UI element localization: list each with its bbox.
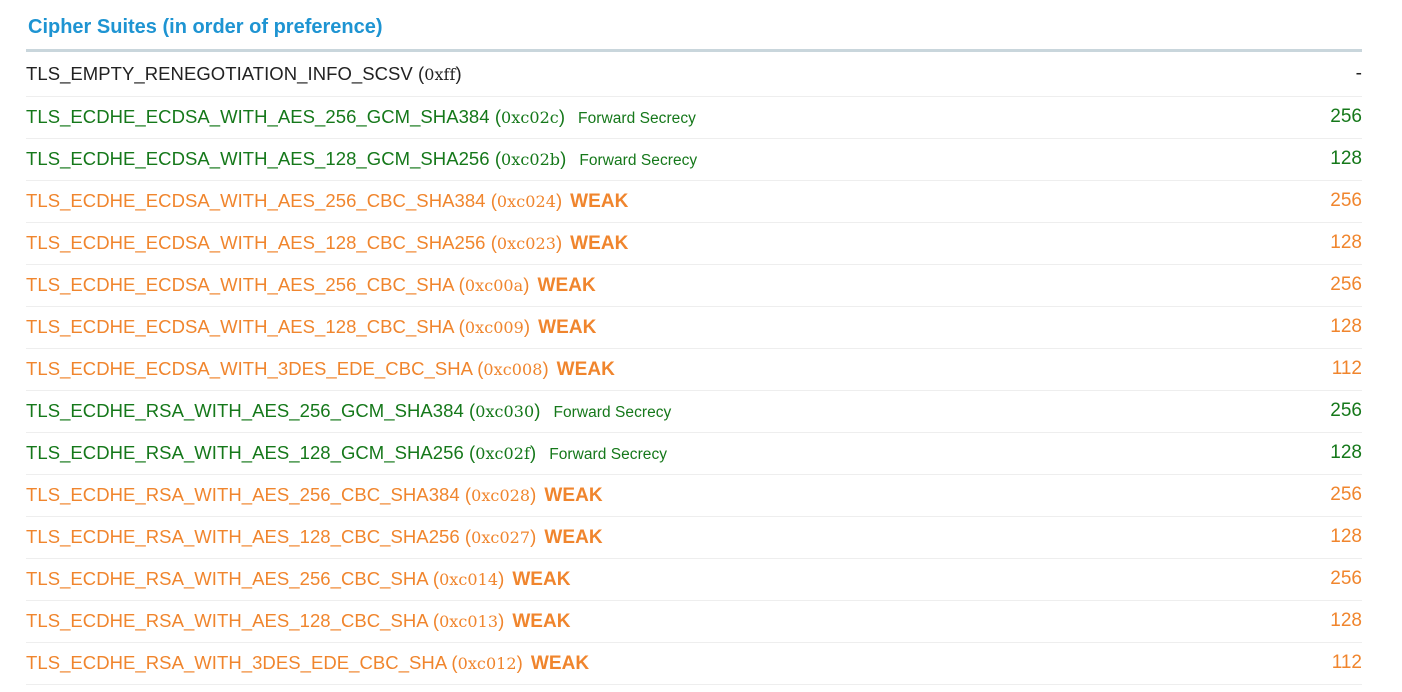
cipher-suite-code: 0xc027 xyxy=(471,527,531,547)
section-title: Cipher Suites (in order of preference) xyxy=(26,0,1362,52)
cipher-suite-code: 0xc023 xyxy=(496,233,556,253)
cipher-suite-cell: TLS_ECDHE_RSA_WITH_AES_256_CBC_SHA (0xc0… xyxy=(26,567,571,590)
weak-badge: WEAK xyxy=(537,274,596,296)
key-strength-bits: - xyxy=(1355,62,1362,84)
cipher-suite-cell: TLS_ECDHE_ECDSA_WITH_3DES_EDE_CBC_SHA (0… xyxy=(26,357,615,380)
cipher-suite-cell: TLS_ECDHE_RSA_WITH_AES_128_CBC_SHA256 (0… xyxy=(26,525,603,548)
cipher-suite-row: TLS_ECDHE_ECDSA_WITH_AES_128_CBC_SHA256 … xyxy=(26,222,1362,264)
key-strength-bits: 128 xyxy=(1330,316,1362,337)
weak-badge: WEAK xyxy=(570,190,629,212)
cipher-suite-row: TLS_ECDHE_ECDSA_WITH_AES_128_GCM_SHA256 … xyxy=(26,138,1362,180)
cipher-suite-row: TLS_ECDHE_RSA_WITH_AES_128_CBC_SHA256 (0… xyxy=(26,516,1362,558)
key-strength-bits: 128 xyxy=(1330,148,1362,169)
cipher-suite-row: TLS_EMPTY_RENEGOTIATION_INFO_SCSV (0xff)… xyxy=(26,52,1362,96)
cipher-suite-name: TLS_ECDHE_RSA_WITH_AES_256_CBC_SHA xyxy=(26,567,428,589)
cipher-suite-row: TLS_ECDHE_ECDSA_WITH_AES_256_CBC_SHA (0x… xyxy=(26,264,1362,306)
cipher-suites-section: Cipher Suites (in order of preference) T… xyxy=(26,0,1362,685)
key-strength-bits: 128 xyxy=(1330,442,1362,463)
key-strength-bits: 256 xyxy=(1330,484,1362,505)
cipher-suite-cell: TLS_ECDHE_ECDSA_WITH_AES_128_GCM_SHA256 … xyxy=(26,148,698,169)
cipher-suite-row: TLS_ECDHE_RSA_WITH_AES_256_CBC_SHA (0xc0… xyxy=(26,558,1362,600)
key-strength-bits: 256 xyxy=(1330,568,1362,589)
cipher-suite-cell: TLS_ECDHE_ECDSA_WITH_AES_128_CBC_SHA (0x… xyxy=(26,315,597,338)
weak-badge: WEAK xyxy=(530,652,590,674)
weak-badge: WEAK xyxy=(570,232,629,254)
cipher-suite-name: TLS_ECDHE_ECDSA_WITH_AES_128_CBC_SHA xyxy=(26,315,454,337)
cipher-suites-table: TLS_EMPTY_RENEGOTIATION_INFO_SCSV (0xff)… xyxy=(26,52,1362,685)
cipher-suite-cell: TLS_ECDHE_RSA_WITH_AES_256_GCM_SHA384 (0… xyxy=(26,400,672,421)
cipher-suite-name: TLS_ECDHE_RSA_WITH_AES_128_GCM_SHA256 xyxy=(26,442,464,463)
cipher-suite-code: 0xc012 xyxy=(457,653,517,673)
key-strength-bits: 128 xyxy=(1330,610,1362,631)
cipher-suite-name: TLS_ECDHE_ECDSA_WITH_AES_256_CBC_SHA384 xyxy=(26,189,486,211)
cipher-suite-name: TLS_ECDHE_RSA_WITH_AES_128_CBC_SHA xyxy=(26,609,428,631)
cipher-suite-name: TLS_EMPTY_RENEGOTIATION_INFO_SCSV xyxy=(26,62,413,84)
cipher-suite-row: TLS_ECDHE_RSA_WITH_AES_128_CBC_SHA (0xc0… xyxy=(26,600,1362,642)
cipher-suite-row: TLS_ECDHE_ECDSA_WITH_AES_256_GCM_SHA384 … xyxy=(26,96,1362,138)
cipher-suite-code: 0xc02b xyxy=(501,150,561,169)
weak-badge: WEAK xyxy=(538,316,597,338)
forward-secrecy-badge: Forward Secrecy xyxy=(579,152,698,169)
cipher-suites-table-body: TLS_EMPTY_RENEGOTIATION_INFO_SCSV (0xff)… xyxy=(26,52,1362,684)
cipher-suite-cell: TLS_ECDHE_ECDSA_WITH_AES_128_CBC_SHA256 … xyxy=(26,231,629,254)
forward-secrecy-badge: Forward Secrecy xyxy=(553,404,672,421)
cipher-suite-code: 0xc02c xyxy=(501,108,559,127)
cipher-suite-name: TLS_ECDHE_ECDSA_WITH_AES_256_CBC_SHA xyxy=(26,273,454,295)
cipher-suite-cell: TLS_EMPTY_RENEGOTIATION_INFO_SCSV (0xff) xyxy=(26,62,462,84)
cipher-suite-name: TLS_ECDHE_RSA_WITH_AES_256_GCM_SHA384 xyxy=(26,400,464,421)
cipher-suite-cell: TLS_ECDHE_ECDSA_WITH_AES_256_CBC_SHA384 … xyxy=(26,189,629,212)
cipher-suite-row: TLS_ECDHE_RSA_WITH_AES_128_GCM_SHA256 (0… xyxy=(26,432,1362,474)
key-strength-bits: 256 xyxy=(1330,190,1362,211)
key-strength-bits: 256 xyxy=(1330,274,1362,295)
cipher-suite-code: 0xff xyxy=(424,64,456,84)
weak-badge: WEAK xyxy=(556,358,615,380)
cipher-suite-code: 0xc009 xyxy=(464,317,524,337)
cipher-suite-name: TLS_ECDHE_ECDSA_WITH_3DES_EDE_CBC_SHA xyxy=(26,357,473,379)
key-strength-bits: 112 xyxy=(1331,652,1362,673)
cipher-suite-name: TLS_ECDHE_ECDSA_WITH_AES_256_GCM_SHA384 xyxy=(26,106,490,127)
cipher-suite-code: 0xc013 xyxy=(439,611,499,631)
cipher-suite-row: TLS_ECDHE_ECDSA_WITH_3DES_EDE_CBC_SHA (0… xyxy=(26,348,1362,390)
cipher-suite-row: TLS_ECDHE_ECDSA_WITH_AES_256_CBC_SHA384 … xyxy=(26,180,1362,222)
weak-badge: WEAK xyxy=(544,484,603,506)
key-strength-bits: 256 xyxy=(1330,106,1362,127)
cipher-suite-cell: TLS_ECDHE_RSA_WITH_AES_128_GCM_SHA256 (0… xyxy=(26,442,668,463)
weak-badge: WEAK xyxy=(512,610,571,632)
cipher-suite-code: 0xc008 xyxy=(483,359,543,379)
cipher-suite-cell: TLS_ECDHE_ECDSA_WITH_AES_256_GCM_SHA384 … xyxy=(26,106,696,127)
cipher-suite-code: 0xc02f xyxy=(475,444,530,463)
cipher-suite-cell: TLS_ECDHE_RSA_WITH_AES_128_CBC_SHA (0xc0… xyxy=(26,609,571,632)
cipher-suite-code: 0xc014 xyxy=(439,569,499,589)
forward-secrecy-badge: Forward Secrecy xyxy=(578,110,696,127)
cipher-suite-code: 0xc028 xyxy=(471,485,531,505)
cipher-suite-name: TLS_ECDHE_RSA_WITH_AES_128_CBC_SHA256 xyxy=(26,525,460,547)
cipher-suite-cell: TLS_ECDHE_ECDSA_WITH_AES_256_CBC_SHA (0x… xyxy=(26,273,596,296)
cipher-suite-name: TLS_ECDHE_ECDSA_WITH_AES_128_GCM_SHA256 xyxy=(26,148,490,169)
cipher-suite-cell: TLS_ECDHE_RSA_WITH_3DES_EDE_CBC_SHA (0xc… xyxy=(26,651,590,674)
cipher-suite-code: 0xc024 xyxy=(496,191,556,211)
cipher-suite-row: TLS_ECDHE_RSA_WITH_3DES_EDE_CBC_SHA (0xc… xyxy=(26,642,1362,684)
weak-badge: WEAK xyxy=(544,526,603,548)
key-strength-bits: 128 xyxy=(1330,232,1362,253)
key-strength-bits: 256 xyxy=(1330,400,1362,421)
cipher-suite-cell: TLS_ECDHE_RSA_WITH_AES_256_CBC_SHA384 (0… xyxy=(26,483,603,506)
weak-badge: WEAK xyxy=(512,568,571,590)
cipher-suite-row: TLS_ECDHE_ECDSA_WITH_AES_128_CBC_SHA (0x… xyxy=(26,306,1362,348)
forward-secrecy-badge: Forward Secrecy xyxy=(549,446,668,463)
cipher-suite-row: TLS_ECDHE_RSA_WITH_AES_256_CBC_SHA384 (0… xyxy=(26,474,1362,516)
cipher-suite-name: TLS_ECDHE_RSA_WITH_3DES_EDE_CBC_SHA xyxy=(26,651,447,673)
key-strength-bits: 112 xyxy=(1331,358,1362,379)
key-strength-bits: 128 xyxy=(1330,526,1362,547)
cipher-suite-row: TLS_ECDHE_RSA_WITH_AES_256_GCM_SHA384 (0… xyxy=(26,390,1362,432)
cipher-suite-name: TLS_ECDHE_ECDSA_WITH_AES_128_CBC_SHA256 xyxy=(26,231,486,253)
cipher-suite-code: 0xc030 xyxy=(475,402,535,421)
cipher-suite-name: TLS_ECDHE_RSA_WITH_AES_256_CBC_SHA384 xyxy=(26,483,460,505)
cipher-suite-code: 0xc00a xyxy=(464,275,524,295)
